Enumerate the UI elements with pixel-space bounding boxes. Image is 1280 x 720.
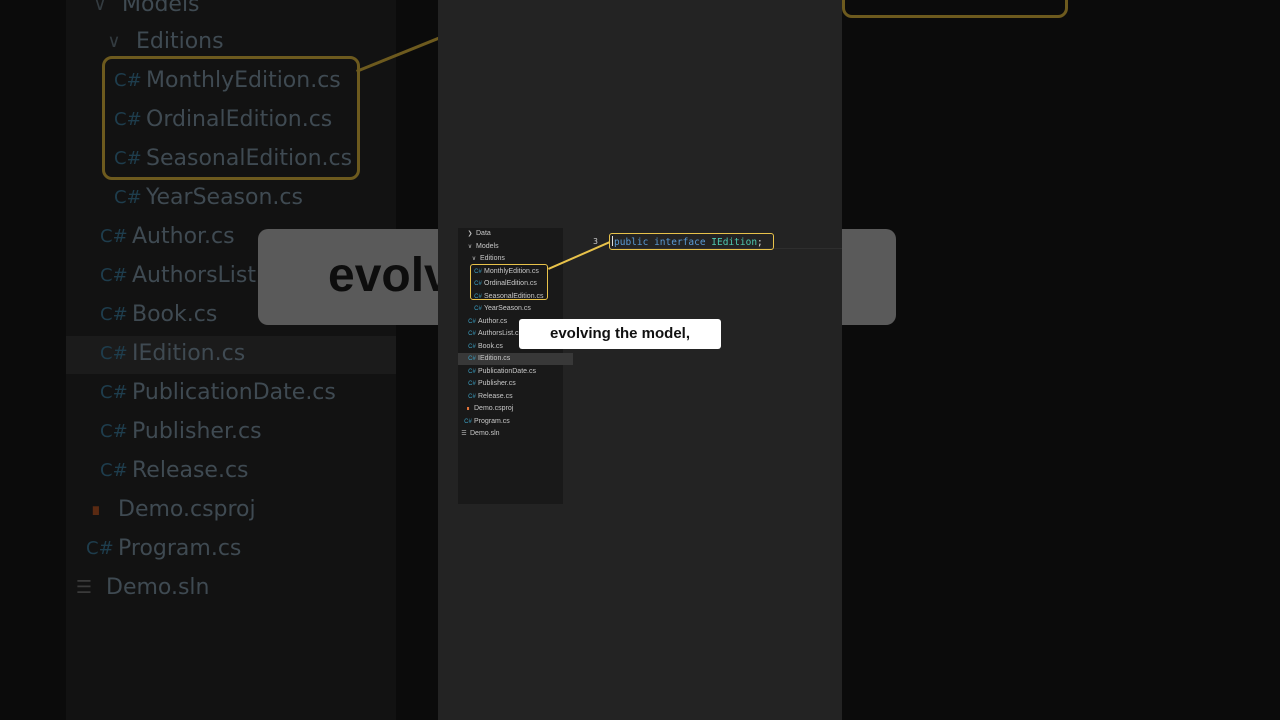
csharp-file-icon: C#	[468, 318, 476, 325]
bg-tree-label: YearSeason.cs	[146, 185, 303, 210]
csharp-file-icon: C#	[100, 304, 128, 325]
chevron-down-icon: ∨	[467, 243, 473, 250]
keyword-interface: interface	[654, 237, 706, 248]
tree-label: Release.cs	[478, 392, 513, 400]
csharp-file-icon: C#	[100, 226, 128, 247]
bg-tree-row: ∎ Demo.csproj	[86, 491, 256, 529]
bg-tree-row: C# Program.cs	[86, 530, 241, 568]
bg-tree-label: Author.cs	[132, 224, 235, 249]
bg-tree-row: ∨ Models	[90, 0, 200, 24]
tree-label: YearSeason.cs	[484, 305, 531, 312]
bg-tree-row: C# YearSeason.cs	[114, 179, 303, 217]
chevron-down-icon: ∨	[93, 0, 107, 15]
csharp-file-icon: C#	[468, 343, 476, 350]
rss-icon: ∎	[466, 406, 470, 412]
tree-file-yearseason[interactable]: C# YearSeason.cs	[458, 303, 579, 315]
bg-tree-row: C# Release.cs	[100, 452, 249, 490]
bg-tree-row: C# IEdition.cs	[100, 335, 245, 373]
solution-icon: ☰	[75, 577, 93, 598]
code-punctuation: ;	[757, 237, 763, 248]
tree-label: Program.cs	[474, 417, 510, 425]
csharp-file-icon: C#	[114, 187, 142, 208]
bg-tree-row: C# Book.cs	[100, 296, 217, 334]
bg-tree-label: Demo.sln	[106, 575, 210, 600]
tree-label: Models	[476, 242, 499, 250]
caption-subtitle: evolving the model,	[519, 319, 721, 349]
bg-tree-row: ☰ Demo.sln	[74, 569, 210, 607]
bg-tree-label: Release.cs	[132, 458, 249, 483]
tree-file-publisher[interactable]: C# Publisher.cs	[458, 378, 573, 390]
tree-label: IEdition.cs	[478, 355, 511, 362]
bg-tree-row: C# Publisher.cs	[100, 413, 262, 451]
csharp-file-icon: C#	[86, 538, 114, 559]
bg-tree-row: C# PublicationDate.cs	[100, 374, 336, 412]
tree-label: Publisher.cs	[478, 380, 516, 387]
csharp-file-icon: C#	[100, 421, 128, 442]
rss-icon: ∎	[90, 499, 102, 520]
tree-file-demo-csproj[interactable]: ∎ Demo.csproj	[458, 403, 569, 415]
tree-folder-data[interactable]: ❯ Data	[458, 228, 571, 240]
code-editor[interactable]	[563, 228, 842, 508]
text-cursor	[612, 236, 613, 246]
bg-tree-label: PublicationDate.cs	[132, 380, 336, 405]
tree-label: Book.cs	[478, 342, 503, 350]
tree-file-iedition[interactable]: C# IEdition.cs	[458, 353, 573, 365]
csharp-file-icon: C#	[464, 418, 472, 425]
csharp-file-icon: C#	[100, 265, 128, 286]
line-number: 3	[593, 237, 598, 246]
bg-tree-label: Demo.csproj	[118, 497, 256, 522]
video-frame: ❯ Data ∨ Models ∨ Editions C# MonthlyEdi…	[438, 0, 842, 720]
csharp-file-icon: C#	[468, 356, 476, 362]
tree-file-program[interactable]: C# Program.cs	[458, 416, 569, 428]
tree-label: PublicationDate.cs	[478, 367, 536, 375]
tree-folder-models[interactable]: ∨ Models	[458, 241, 571, 253]
bg-tree-label: Program.cs	[118, 536, 242, 561]
csharp-file-icon: C#	[100, 382, 128, 403]
highlight-box-editions	[470, 264, 548, 300]
bg-tree-label: Book.cs	[132, 302, 218, 327]
bg-tree-label: Publisher.cs	[132, 419, 262, 444]
bg-highlight-box-code	[842, 0, 1068, 18]
tree-file-publicationdate[interactable]: C# PublicationDate.cs	[458, 366, 573, 378]
bg-tree-row: C# Author.cs	[100, 218, 235, 256]
bg-tree-label: IEdition.cs	[132, 341, 246, 366]
tree-file-demo-sln[interactable]: ☰ Demo.sln	[458, 428, 565, 440]
chevron-right-icon: ❯	[467, 231, 473, 237]
tree-label: Author.cs	[478, 317, 508, 325]
csharp-file-icon: C#	[100, 343, 128, 364]
csharp-file-icon: C#	[468, 393, 476, 400]
tree-label: Data	[476, 230, 491, 237]
csharp-file-icon: C#	[474, 306, 482, 312]
csharp-file-icon: C#	[100, 460, 128, 481]
type-name: IEdition	[711, 237, 758, 248]
keyword-public: public	[614, 237, 649, 248]
bg-tree-label: Models	[122, 0, 200, 17]
tree-label: Demo.sln	[470, 430, 500, 437]
tree-label: Demo.csproj	[474, 405, 514, 412]
code-line[interactable]: public interface IEdition;	[612, 236, 763, 249]
csharp-file-icon: C#	[468, 331, 476, 337]
solution-icon: ☰	[461, 431, 467, 437]
bg-highlight-box	[102, 56, 360, 180]
csharp-file-icon: C#	[468, 381, 476, 387]
tree-file-release[interactable]: C# Release.cs	[458, 391, 573, 403]
bg-caption-text: evolv	[328, 249, 451, 302]
tree-label: AuthorsList.cs	[478, 330, 522, 337]
csharp-file-icon: C#	[468, 368, 476, 375]
